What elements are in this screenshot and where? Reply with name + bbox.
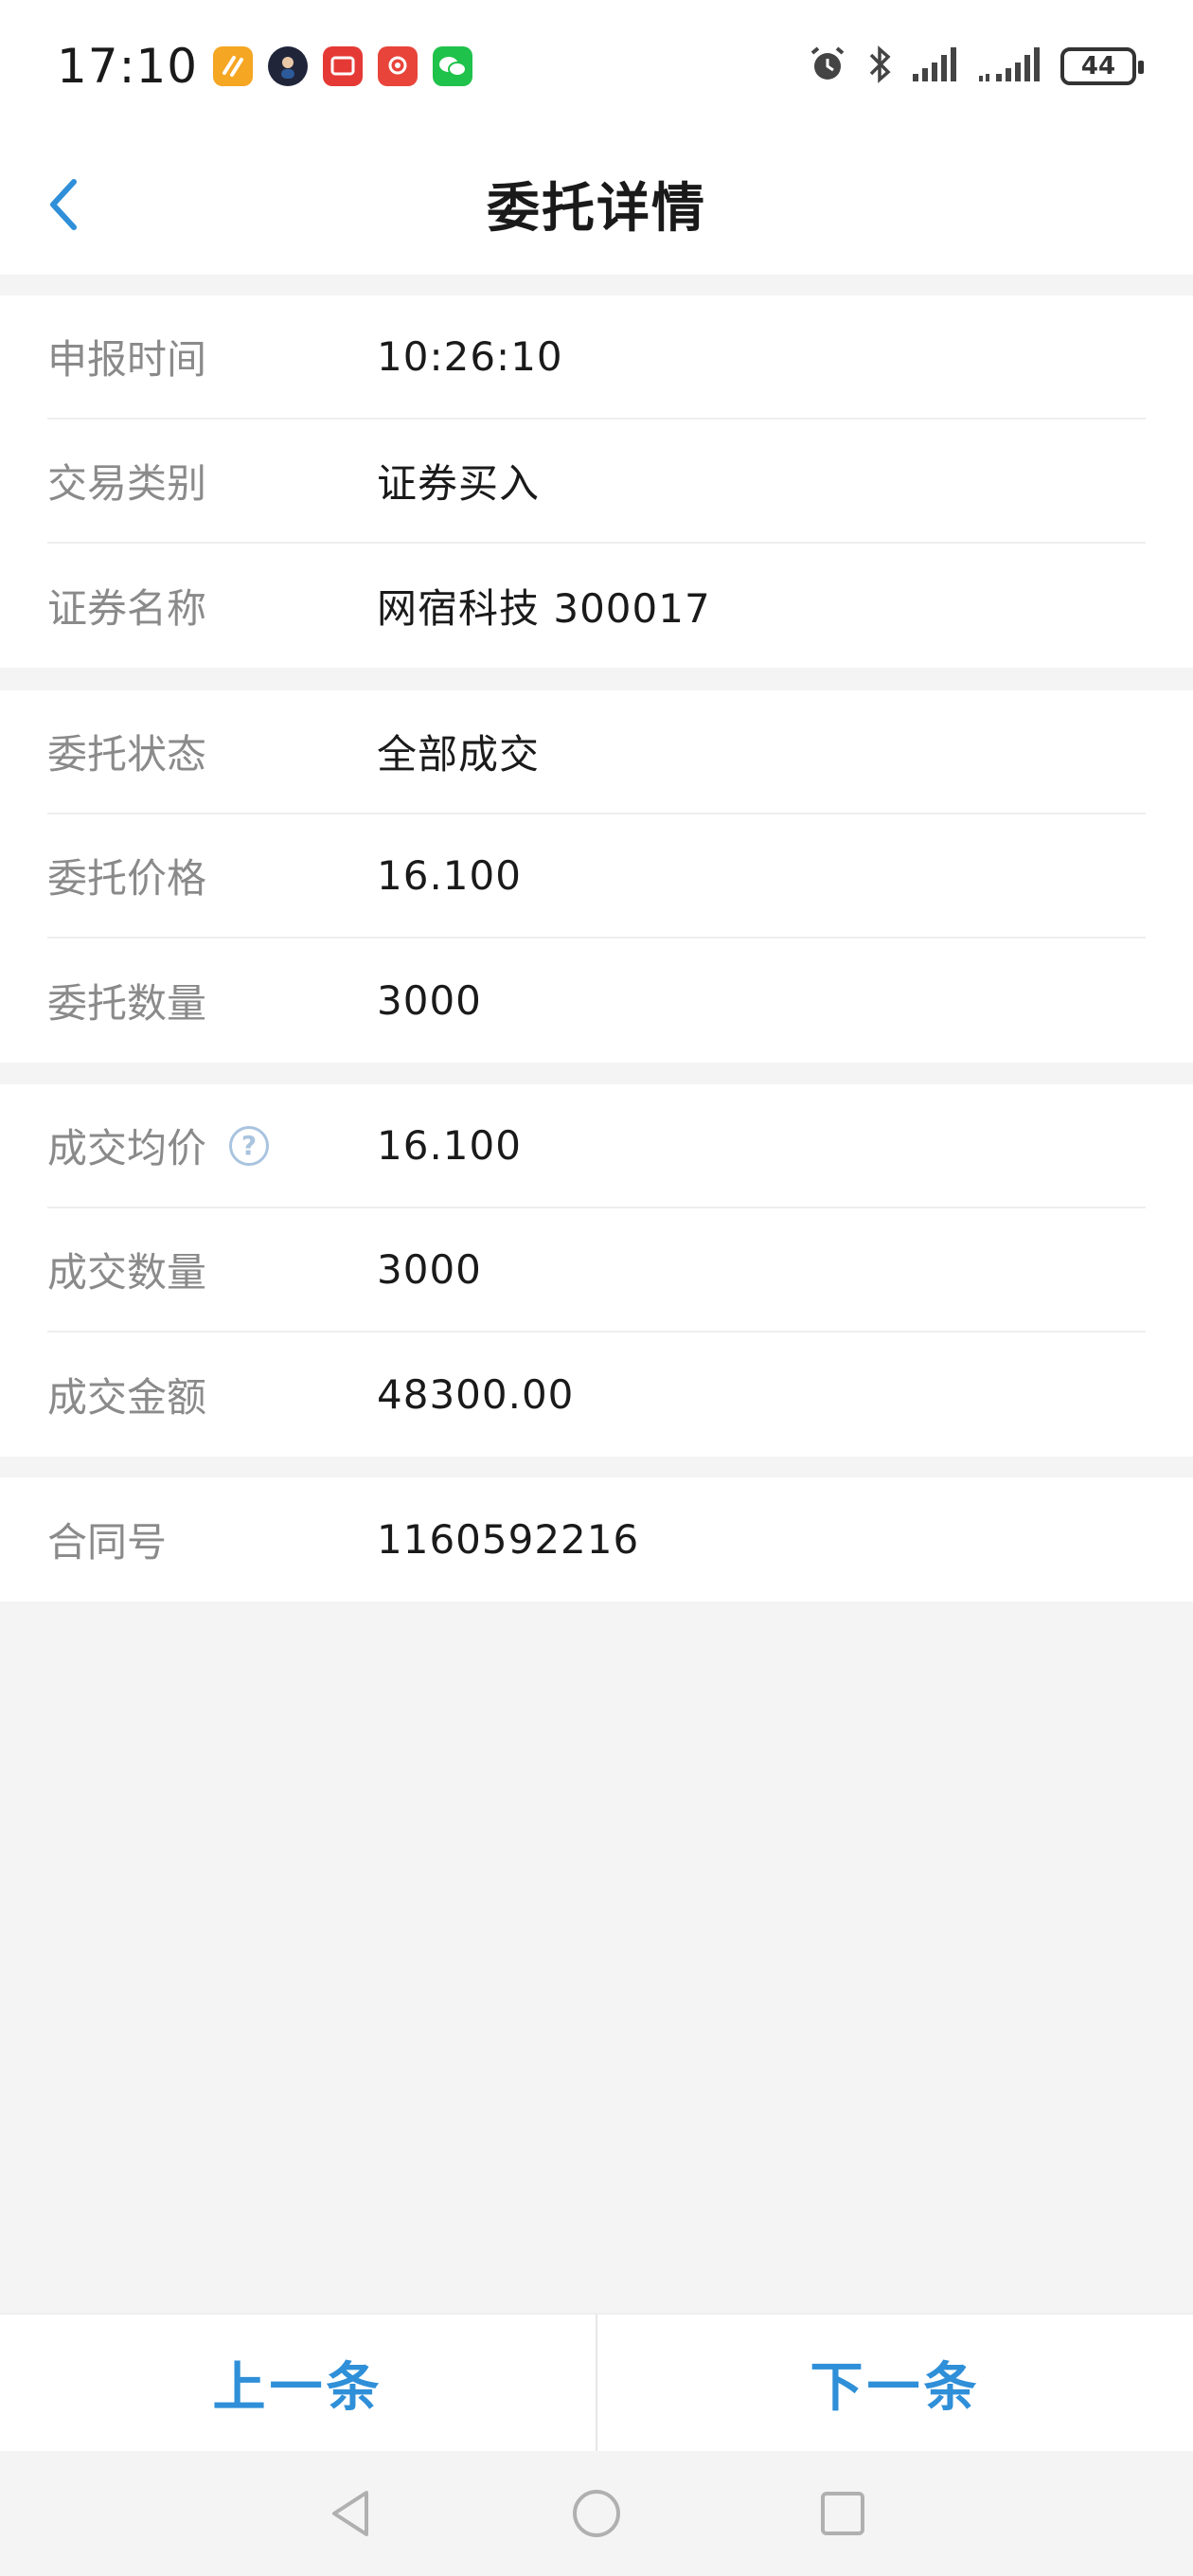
notification-icons bbox=[213, 46, 473, 86]
row-value: 1160592216 bbox=[377, 1516, 640, 1563]
row-value: 3000 bbox=[377, 1246, 482, 1293]
row-value: 10:26:10 bbox=[377, 333, 563, 380]
row-label: 合同号 bbox=[47, 1519, 168, 1565]
row-value: 证券买入 bbox=[377, 460, 541, 507]
detail-row: 委托价格 16.100 bbox=[47, 814, 1146, 939]
row-value: 网宿科技 300017 bbox=[377, 585, 711, 632]
contract-section: 合同号 1160592216 bbox=[0, 1477, 1193, 1601]
status-bar: 17:10 44 bbox=[0, 0, 1193, 133]
circle-home-icon bbox=[573, 2490, 620, 2537]
detail-row: 申报时间 10:26:10 bbox=[47, 295, 1146, 420]
row-value: 16.100 bbox=[377, 852, 522, 899]
detail-row: 证券名称 网宿科技 300017 bbox=[47, 544, 1146, 668]
detail-row: 成交金额 48300.00 bbox=[47, 1333, 1146, 1457]
trade-result-section: 成交均价 ? 16.100 成交数量 3000 成交金额 48300.00 bbox=[0, 1084, 1193, 1457]
detail-row: 委托数量 3000 bbox=[47, 939, 1146, 1063]
detail-row: 交易类别 证券买入 bbox=[47, 420, 1146, 544]
signal-icon bbox=[911, 45, 960, 87]
page-title: 委托详情 bbox=[487, 177, 706, 240]
next-button[interactable]: 下一条 bbox=[597, 2315, 1193, 2451]
back-button[interactable] bbox=[38, 167, 95, 242]
row-label: 证券名称 bbox=[47, 585, 207, 632]
order-info-section: 申报时间 10:26:10 交易类别 证券买入 证券名称 网宿科技 300017 bbox=[0, 295, 1193, 668]
pagination-bar: 上一条 下一条 bbox=[0, 2313, 1193, 2451]
row-value: 全部成交 bbox=[377, 731, 541, 778]
avatar-app-icon bbox=[268, 46, 309, 86]
chevron-left-icon bbox=[50, 179, 77, 230]
square-recents-icon bbox=[821, 2492, 864, 2535]
orange-app-icon bbox=[213, 46, 254, 86]
status-time: 17:10 bbox=[57, 39, 199, 94]
detail-row: 成交均价 ? 16.100 bbox=[47, 1084, 1146, 1208]
row-label: 成交均价 ? bbox=[47, 1117, 377, 1174]
nav-back-button[interactable] bbox=[227, 2487, 473, 2540]
row-label: 委托数量 bbox=[47, 980, 207, 1027]
row-value: 3000 bbox=[377, 977, 482, 1024]
nav-header: 委托详情 bbox=[0, 133, 1193, 275]
detail-row: 委托状态 全部成交 bbox=[47, 690, 1146, 814]
nav-home-button[interactable] bbox=[473, 2487, 720, 2540]
prev-button[interactable]: 上一条 bbox=[0, 2315, 596, 2451]
order-status-section: 委托状态 全部成交 委托价格 16.100 委托数量 3000 bbox=[0, 690, 1193, 1063]
red-reader-icon bbox=[323, 46, 364, 86]
row-label: 交易类别 bbox=[47, 460, 207, 507]
red-app-icon bbox=[378, 46, 418, 86]
system-nav-bar bbox=[0, 2451, 1193, 2576]
row-value: 16.100 bbox=[377, 1122, 522, 1169]
help-icon[interactable]: ? bbox=[229, 1125, 270, 1166]
row-label: 委托状态 bbox=[47, 731, 207, 778]
wechat-icon bbox=[433, 46, 473, 86]
battery-indicator: 44 bbox=[1060, 47, 1144, 85]
nav-recents-button[interactable] bbox=[720, 2489, 966, 2538]
signal-icon bbox=[977, 45, 1043, 87]
triangle-back-icon bbox=[332, 2491, 368, 2536]
system-indicators: 44 bbox=[807, 44, 1144, 89]
row-label-text: 成交均价 bbox=[47, 1125, 207, 1172]
row-label: 委托价格 bbox=[47, 855, 207, 902]
detail-row: 合同号 1160592216 bbox=[47, 1477, 1146, 1601]
row-label: 申报时间 bbox=[47, 336, 207, 383]
detail-row: 成交数量 3000 bbox=[47, 1208, 1146, 1333]
row-label: 成交金额 bbox=[47, 1374, 207, 1421]
row-label: 成交数量 bbox=[47, 1249, 207, 1296]
app-root: 17:10 44 委托详情 申报时间 10:26:10 交易类别 证券买入 证券… bbox=[0, 0, 1193, 2576]
row-value: 48300.00 bbox=[377, 1371, 575, 1418]
bluetooth-icon bbox=[865, 44, 894, 89]
alarm-icon bbox=[807, 44, 848, 89]
